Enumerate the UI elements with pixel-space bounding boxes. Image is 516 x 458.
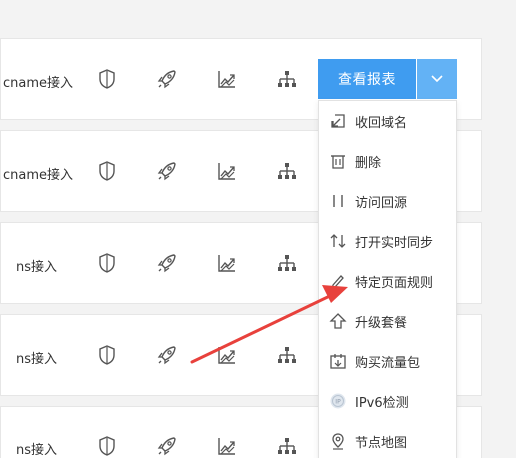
rocket-icon[interactable] bbox=[156, 68, 178, 90]
topology-icon[interactable] bbox=[276, 68, 298, 90]
access-type: ns接入 bbox=[16, 352, 58, 367]
trash-icon bbox=[329, 152, 347, 170]
menu-item-node-map[interactable]: 节点地图 bbox=[319, 421, 456, 458]
more-actions-toggle[interactable] bbox=[417, 59, 457, 99]
pencil-icon bbox=[329, 272, 347, 290]
menu-item-label: 收回域名 bbox=[355, 115, 408, 131]
menu-item-upgrade-plan[interactable]: 升级套餐 bbox=[319, 301, 456, 341]
menu-item-origin-access[interactable]: 访问回源 bbox=[319, 181, 456, 221]
topology-icon[interactable] bbox=[276, 160, 298, 182]
access-type: cname接入 bbox=[3, 168, 74, 183]
svg-text:IP: IP bbox=[335, 399, 341, 406]
chart-trend-icon[interactable] bbox=[216, 252, 238, 274]
menu-item-page-rules[interactable]: 特定页面规则 bbox=[319, 261, 456, 301]
map-pin-icon bbox=[329, 432, 347, 450]
menu-item-label: IPv6检测 bbox=[355, 395, 409, 411]
rocket-icon[interactable] bbox=[156, 160, 178, 182]
chevron-down-icon bbox=[431, 75, 443, 83]
origin-icon bbox=[329, 192, 347, 210]
shield-icon[interactable] bbox=[96, 68, 118, 90]
reclaim-icon bbox=[329, 112, 347, 130]
menu-item-label: 购买流量包 bbox=[355, 355, 421, 371]
shield-icon[interactable] bbox=[96, 160, 118, 182]
access-type: ns接入 bbox=[16, 443, 58, 458]
menu-item-label: 升级套餐 bbox=[355, 315, 408, 331]
upgrade-arrow-icon bbox=[329, 312, 347, 330]
page: cname接入 cname接入 ns接入 ns接入 ns接入 查看报表 收回域名… bbox=[0, 0, 516, 458]
rocket-icon[interactable] bbox=[156, 344, 178, 366]
shield-icon[interactable] bbox=[96, 344, 118, 366]
menu-item-label: 删除 bbox=[355, 155, 382, 171]
more-actions-menu: 收回域名 删除 访问回源 打开实时同步 特定页面规则 升级套餐 购买流量包 IP… bbox=[318, 100, 457, 458]
access-type: cname接入 bbox=[3, 76, 74, 91]
menu-item-label: 访问回源 bbox=[355, 195, 408, 211]
rocket-icon[interactable] bbox=[156, 252, 178, 274]
sync-icon bbox=[329, 232, 347, 250]
menu-item-realtime-sync[interactable]: 打开实时同步 bbox=[319, 221, 456, 261]
chart-trend-icon[interactable] bbox=[216, 68, 238, 90]
view-report-button[interactable]: 查看报表 bbox=[318, 59, 416, 99]
shield-icon[interactable] bbox=[96, 435, 118, 457]
topology-icon[interactable] bbox=[276, 435, 298, 457]
menu-item-ipv6-check[interactable]: IP IPv6检测 bbox=[319, 381, 456, 421]
topology-icon[interactable] bbox=[276, 344, 298, 366]
chart-trend-icon[interactable] bbox=[216, 344, 238, 366]
traffic-package-icon bbox=[329, 352, 347, 370]
menu-item-buy-traffic[interactable]: 购买流量包 bbox=[319, 341, 456, 381]
shield-icon[interactable] bbox=[96, 252, 118, 274]
menu-item-delete[interactable]: 删除 bbox=[319, 141, 456, 181]
menu-item-label: 打开实时同步 bbox=[355, 235, 434, 251]
menu-item-label: 特定页面规则 bbox=[355, 275, 434, 291]
menu-item-label: 节点地图 bbox=[355, 435, 408, 451]
chart-trend-icon[interactable] bbox=[216, 435, 238, 457]
access-type: ns接入 bbox=[16, 260, 58, 275]
chart-trend-icon[interactable] bbox=[216, 160, 238, 182]
ipv6-icon: IP bbox=[329, 392, 347, 410]
rocket-icon[interactable] bbox=[156, 435, 178, 457]
topology-icon[interactable] bbox=[276, 252, 298, 274]
menu-item-reclaim-domain[interactable]: 收回域名 bbox=[319, 101, 456, 141]
